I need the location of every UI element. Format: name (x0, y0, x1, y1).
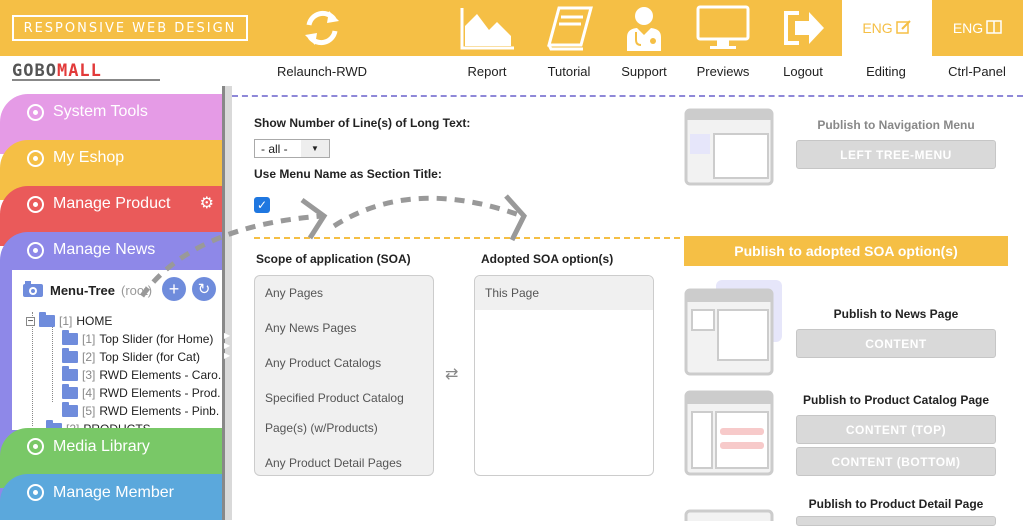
left-tree-menu-button[interactable]: LEFT TREE-MENU (796, 140, 996, 169)
tree-item-num: [1] (59, 314, 73, 328)
tree-item-label: RWD Elements - Pinb. (99, 404, 220, 418)
monitor-icon[interactable] (695, 4, 751, 52)
nav-relaunch-rwd[interactable]: Relaunch-RWD (277, 64, 367, 79)
logo-part2: MALL (56, 61, 102, 81)
gobomall-logo: GOBOMALL (12, 61, 102, 81)
folder-icon (62, 330, 78, 345)
detail-content-button[interactable] (796, 516, 996, 526)
tree-line (52, 322, 53, 402)
tree-item-num: [1] (82, 332, 96, 346)
tab-label: Media Library (53, 438, 150, 455)
tree-line (32, 312, 33, 426)
circle-icon (27, 104, 44, 121)
news-page-thumbnail-icon (684, 280, 784, 381)
panel-icon (986, 19, 1002, 37)
tree-item[interactable]: [2] Top Slider (for Cat) (62, 348, 201, 364)
top-bar: RESPONSIVE WEB DESIGN ENG ENG (0, 0, 1023, 56)
area-chart-icon[interactable] (458, 4, 516, 52)
doctor-icon[interactable] (622, 4, 666, 52)
publish-soa-banner: Publish to adopted SOA option(s) (684, 236, 1008, 266)
brand-logo: RESPONSIVE WEB DESIGN (12, 15, 248, 41)
catalog-page-thumbnail-icon (684, 390, 774, 481)
refresh-icon[interactable] (298, 4, 346, 52)
lang-label: ENG (862, 20, 893, 36)
list-item[interactable]: Any News Pages (265, 321, 356, 335)
tree-item-num: [5] (82, 404, 96, 418)
logo-part1: GOBO (12, 61, 57, 81)
lines-label: Show Number of Line(s) of Long Text: (254, 116, 471, 130)
nav-label-row: GOBOMALL Relaunch-RWD Report Tutorial Su… (0, 56, 1023, 86)
tree-item-label: Top Slider (for Home) (99, 332, 214, 346)
tree-item[interactable]: [5] RWD Elements - Pinb. (62, 402, 220, 418)
list-item[interactable]: Any Product Catalogs (265, 356, 381, 370)
lines-select-value: - all - (255, 140, 301, 157)
lang-editing-button[interactable]: ENG (842, 0, 932, 56)
nav-tutorial[interactable]: Tutorial (548, 64, 591, 79)
tab-label: Manage Member (53, 484, 174, 501)
circle-icon (27, 196, 44, 213)
tree-item-num: [3] (82, 368, 96, 382)
sidebar-tab-manage-member[interactable]: Manage Member (0, 474, 224, 520)
tree-item-label: RWD Elements - Prod. (99, 386, 221, 400)
lang-label: ENG (952, 20, 984, 36)
circle-icon (27, 242, 44, 259)
publish-nav-title: Publish to Navigation Menu (817, 118, 975, 132)
tab-label: System Tools (53, 103, 148, 120)
nav-editing[interactable]: Editing (866, 64, 906, 79)
content-bottom-button[interactable]: CONTENT (BOTTOM) (796, 447, 996, 476)
detail-page-thumbnail-icon (684, 508, 774, 526)
tree-item-label: RWD Elements - Caro. (99, 368, 222, 382)
camera-icon (22, 280, 44, 301)
circle-icon (27, 484, 44, 501)
logo-underline (12, 79, 160, 81)
book-icon[interactable] (546, 4, 594, 52)
dashed-divider (232, 95, 1023, 97)
tree-item-label: HOME (76, 314, 113, 328)
publish-news-title: Publish to News Page (833, 307, 959, 321)
tree-item[interactable]: [4] RWD Elements - Prod. (62, 384, 221, 400)
publish-catalog-title: Publish to Product Catalog Page (802, 393, 990, 407)
folder-icon (62, 384, 78, 399)
nav-ctrl-panel[interactable]: Ctrl-Panel (948, 64, 1006, 79)
list-item[interactable]: Page(s) (w/Products) (265, 421, 378, 435)
nav-report[interactable]: Report (467, 64, 506, 79)
swap-arrows-icon[interactable]: ⇄ (445, 364, 458, 384)
collapse-arrow-icon[interactable]: ▶ (224, 331, 230, 340)
folder-icon (62, 366, 78, 381)
main-panel: Show Number of Line(s) of Long Text: - a… (139, 86, 1023, 526)
nav-logout[interactable]: Logout (783, 64, 823, 79)
chevron-down-icon: ▼ (311, 144, 319, 153)
dashed-arrow-icon (139, 194, 527, 298)
circle-icon (27, 438, 44, 455)
tree-item-home[interactable]: − [1] HOME (26, 312, 113, 328)
tree-item[interactable]: [1] Top Slider (for Home) (62, 330, 214, 346)
tree-item[interactable]: [3] RWD Elements - Caro. (62, 366, 222, 382)
folder-icon (62, 402, 78, 417)
layout-thumbnail-icon (684, 108, 774, 191)
collapse-arrow-icon[interactable]: ▶ (224, 351, 230, 360)
publish-detail-title: Publish to Product Detail Page (808, 497, 984, 511)
folder-open-icon (39, 312, 55, 327)
edit-icon (895, 19, 912, 37)
nav-support[interactable]: Support (621, 64, 667, 79)
collapse-icon[interactable]: − (26, 316, 35, 326)
collapse-arrow-icon[interactable]: ▶ (224, 341, 230, 350)
tab-label: My Eshop (53, 149, 125, 166)
content-top-button[interactable]: CONTENT (TOP) (796, 415, 996, 444)
logout-arrow-icon[interactable] (780, 4, 826, 52)
nav-previews[interactable]: Previews (697, 64, 750, 79)
list-item[interactable]: Any Product Detail Pages (265, 456, 402, 470)
list-item[interactable]: Specified Product Catalog (265, 391, 404, 405)
tree-item-label: Top Slider (for Cat) (99, 350, 201, 364)
content-button[interactable]: CONTENT (796, 329, 996, 358)
menu-tree-title: Menu-Tree (50, 283, 116, 298)
folder-icon (62, 348, 78, 363)
menu-title-label: Use Menu Name as Section Title: (254, 167, 442, 181)
circle-icon (27, 150, 44, 167)
lines-select[interactable]: - all - ▼ (254, 139, 330, 158)
tree-item-num: [2] (82, 350, 96, 364)
lang-ctrl-panel-button[interactable]: ENG (932, 0, 1023, 56)
tree-item-num: [4] (82, 386, 96, 400)
